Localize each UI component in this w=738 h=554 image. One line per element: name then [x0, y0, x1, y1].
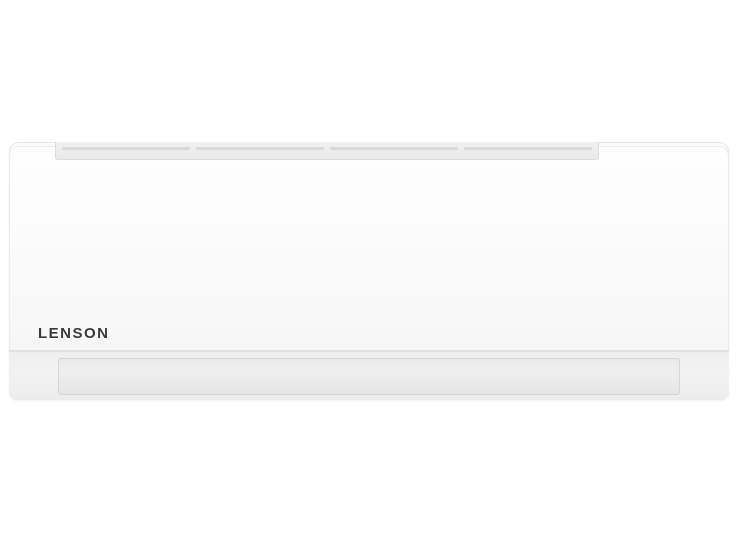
product-photo: LENSON	[0, 0, 738, 554]
vent-segment	[62, 147, 190, 150]
bottom-housing	[9, 352, 729, 400]
vent-segment	[464, 147, 592, 150]
air-conditioner-unit: LENSON	[9, 142, 729, 400]
air-outlet-louver	[58, 358, 680, 395]
top-air-intake-vent	[55, 142, 599, 160]
brand-logo: LENSON	[38, 325, 110, 342]
vent-segment	[196, 147, 324, 150]
front-panel	[9, 146, 729, 352]
vent-segment	[330, 147, 458, 150]
